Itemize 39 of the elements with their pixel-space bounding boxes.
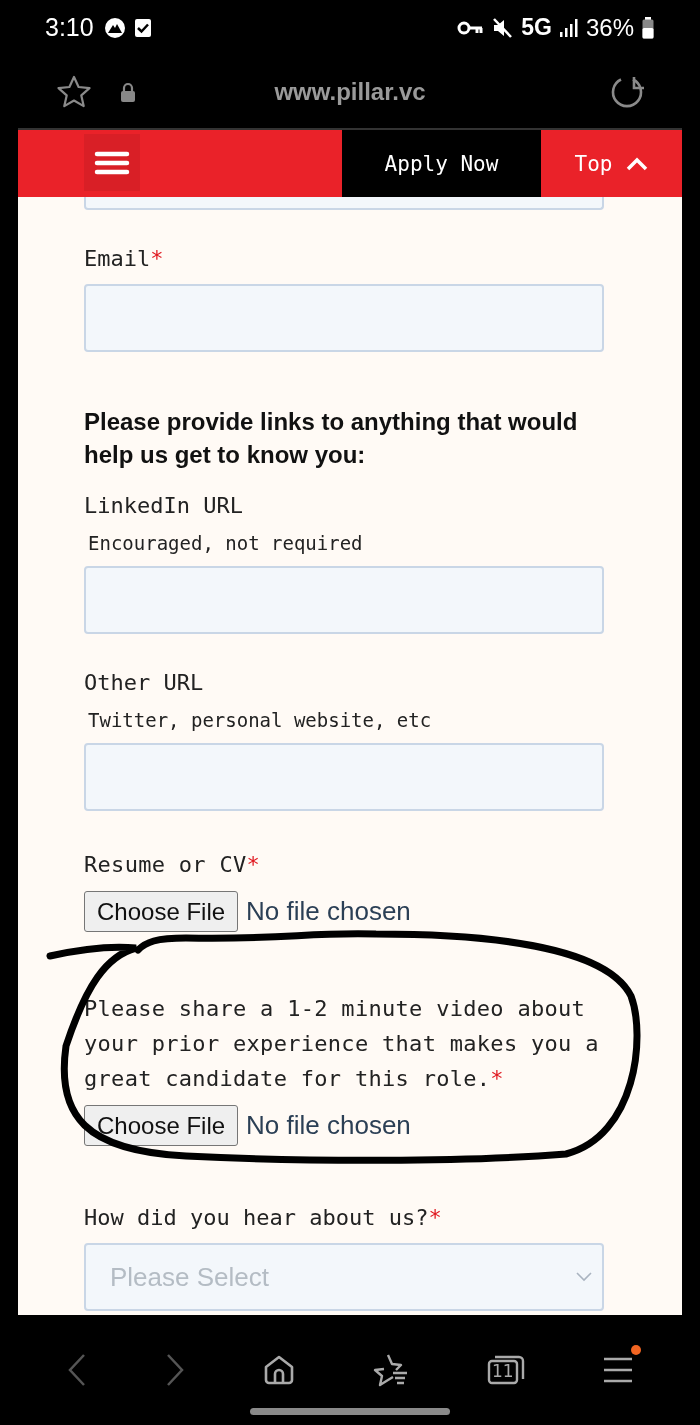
field-label: Email* xyxy=(84,246,164,272)
key-icon xyxy=(457,20,484,35)
battery-icon xyxy=(642,16,654,39)
input-field[interactable] xyxy=(84,743,604,811)
hamburger-icon xyxy=(94,150,130,175)
menu-button[interactable] xyxy=(84,134,140,191)
choose-file-button[interactable]: Choose File xyxy=(84,1105,239,1146)
lock-icon xyxy=(120,81,136,102)
forward-button[interactable] xyxy=(165,1353,185,1387)
clock-time: 3:10 xyxy=(45,13,94,42)
chevron-down-icon xyxy=(576,1272,592,1282)
field-hint: Twitter, personal website, etc xyxy=(88,708,432,732)
file-status: No file chosen xyxy=(246,1110,411,1141)
input-field[interactable] xyxy=(84,566,604,634)
input-field[interactable] xyxy=(84,284,604,352)
field-label: Other URL xyxy=(84,670,204,696)
file-status: No file chosen xyxy=(246,896,411,927)
checkbox-notification-icon xyxy=(133,17,152,38)
field-label: Resume or CV* xyxy=(84,851,261,879)
section-heading: Please provide links to anything that would help us get to know you: xyxy=(84,407,579,470)
app-notification-icon xyxy=(103,16,126,39)
muted-speaker-icon xyxy=(491,16,514,39)
choose-file-button[interactable]: Choose File xyxy=(84,891,239,932)
back-button[interactable] xyxy=(67,1353,87,1387)
reload-button[interactable] xyxy=(610,74,644,109)
bookmarks-button[interactable] xyxy=(373,1353,409,1387)
input-field[interactable] xyxy=(84,197,604,210)
chevron-up-icon xyxy=(626,156,649,171)
url-text[interactable]: www.pillar.vc xyxy=(274,77,426,105)
battery-percent: 36% xyxy=(585,13,634,42)
signal-icon xyxy=(559,18,578,37)
home-button[interactable] xyxy=(263,1354,295,1386)
bookmark-star-button[interactable] xyxy=(56,74,92,109)
field-label: Please share a 1-2 minute video about your prior experience that makes you a great candidate for this role.* xyxy=(84,995,600,1093)
field-hint: Encouraged, not required xyxy=(88,531,363,555)
network-type: 5G xyxy=(521,14,552,41)
field-label: LinkedIn URL xyxy=(84,493,243,519)
field-label: How did you hear about us?* xyxy=(84,1205,442,1231)
apply-now-button[interactable]: Apply Now xyxy=(342,130,541,197)
